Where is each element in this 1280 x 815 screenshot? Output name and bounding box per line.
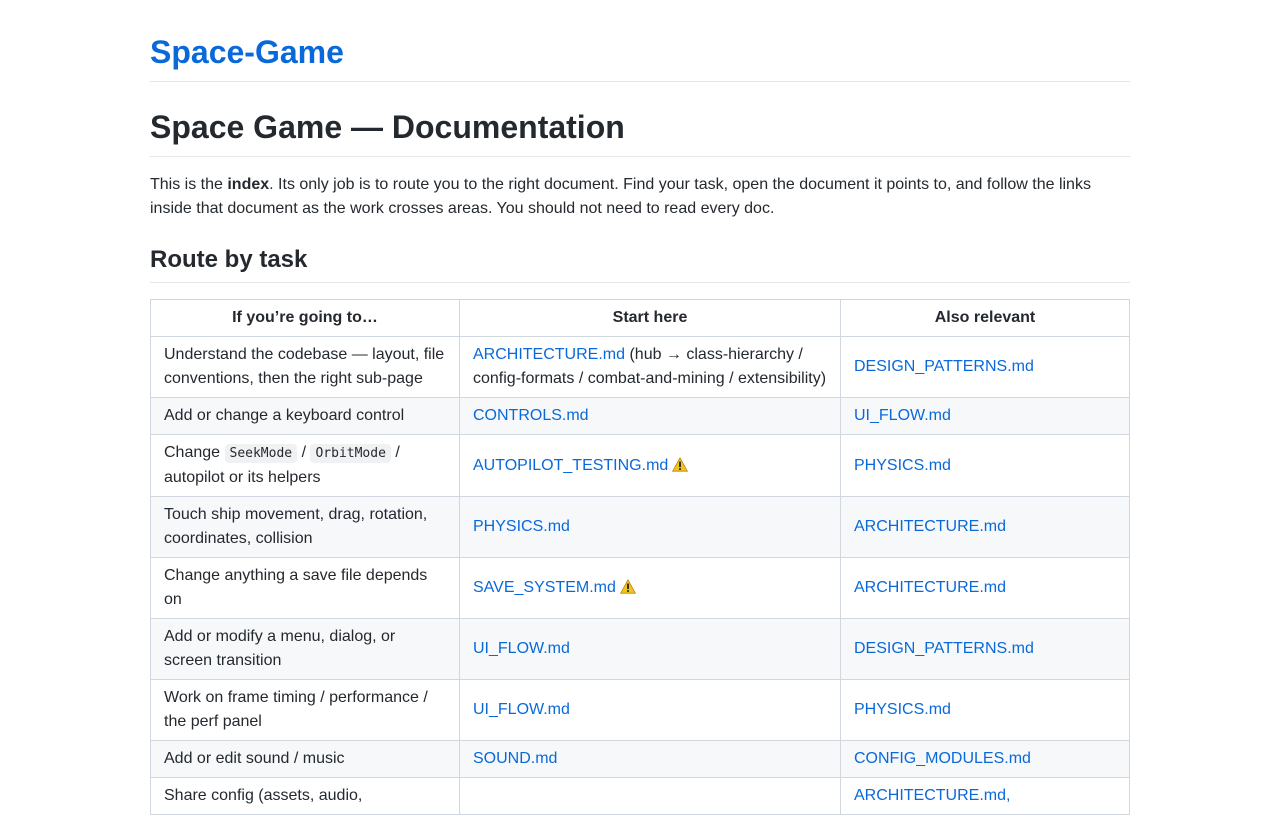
page-container: Space-Game Space Game — Documentation Th…	[150, 0, 1130, 815]
also-link[interactable]: UI_FLOW.md	[854, 407, 951, 424]
warning-icon	[619, 579, 636, 594]
table-row: Change SeekMode / OrbitMode / autopilot …	[150, 434, 1130, 497]
task-cell: Work on frame timing / performance / the…	[150, 679, 460, 741]
start-link[interactable]: CONTROLS.md	[473, 407, 589, 424]
table-row: Add or change a keyboard control CONTROL…	[150, 397, 1130, 435]
intro-text-after: . Its only job is to route you to the ri…	[150, 176, 1091, 217]
start-cell: UI_FLOW.md	[459, 679, 841, 741]
start-cell: AUTOPILOT_TESTING.md	[459, 434, 841, 497]
table-header-row: If you’re going to… Start here Also rele…	[150, 299, 1130, 337]
code-seekmode: SeekMode	[224, 444, 298, 463]
task-cell: Share config (assets, audio,	[150, 777, 460, 815]
start-link[interactable]: AUTOPILOT_TESTING.md	[473, 457, 668, 474]
also-link[interactable]: DESIGN_PATTERNS.md	[854, 358, 1034, 375]
also-link[interactable]: ARCHITECTURE.md,	[854, 787, 1010, 804]
task-cell: Change anything a save file depends on	[150, 557, 460, 619]
start-cell: CONTROLS.md	[459, 397, 841, 435]
also-cell: ARCHITECTURE.md	[840, 496, 1130, 558]
warning-icon	[672, 456, 689, 472]
also-cell: CONFIG_MODULES.md	[840, 740, 1130, 778]
intro-paragraph: This is the index. Its only job is to ro…	[150, 173, 1130, 221]
task-cell: Change SeekMode / OrbitMode / autopilot …	[150, 434, 460, 497]
start-link[interactable]: UI_FLOW.md	[473, 640, 570, 657]
start-link[interactable]: SOUND.md	[473, 750, 557, 767]
also-cell: PHYSICS.md	[840, 679, 1130, 741]
section-divider	[150, 282, 1130, 283]
start-cell	[459, 777, 841, 815]
table-row: Add or edit sound / music SOUND.md CONFI…	[150, 740, 1130, 778]
also-cell: PHYSICS.md	[840, 434, 1130, 497]
start-link[interactable]: PHYSICS.md	[473, 518, 570, 535]
task-text: Change	[164, 444, 225, 461]
header-divider	[150, 81, 1130, 82]
route-table: If you’re going to… Start here Also rele…	[150, 299, 1130, 815]
intro-bold: index	[227, 176, 270, 193]
also-link[interactable]: DESIGN_PATTERNS.md	[854, 640, 1034, 657]
task-cell: Add or modify a menu, dialog, or screen …	[150, 618, 460, 680]
task-cell: Add or edit sound / music	[150, 740, 460, 778]
task-text: /	[297, 444, 311, 461]
task-cell: Understand the codebase — layout, file c…	[150, 336, 460, 398]
also-cell: DESIGN_PATTERNS.md	[840, 618, 1130, 680]
also-cell: DESIGN_PATTERNS.md	[840, 336, 1130, 398]
page-title: Space Game — Documentation	[150, 109, 625, 145]
start-cell: SOUND.md	[459, 740, 841, 778]
start-cell: SAVE_SYSTEM.md	[459, 557, 841, 619]
header-task: If you’re going to…	[150, 299, 460, 337]
start-link[interactable]: UI_FLOW.md	[473, 701, 570, 718]
site-title-link[interactable]: Space-Game	[150, 33, 1130, 71]
also-link[interactable]: ARCHITECTURE.md	[854, 579, 1006, 596]
also-cell: ARCHITECTURE.md	[840, 557, 1130, 619]
code-orbitmode: OrbitMode	[310, 444, 391, 463]
also-link[interactable]: PHYSICS.md	[854, 457, 951, 474]
task-cell: Touch ship movement, drag, rotation, coo…	[150, 496, 460, 558]
task-cell: Add or change a keyboard control	[150, 397, 460, 435]
start-link[interactable]: ARCHITECTURE.md	[473, 346, 625, 363]
table-row: Understand the codebase — layout, file c…	[150, 336, 1130, 398]
table-row: Add or modify a menu, dialog, or screen …	[150, 618, 1130, 680]
also-link[interactable]: ARCHITECTURE.md	[854, 518, 1006, 535]
table-row: Touch ship movement, drag, rotation, coo…	[150, 496, 1130, 558]
also-cell: ARCHITECTURE.md,	[840, 777, 1130, 815]
also-link[interactable]: PHYSICS.md	[854, 701, 951, 718]
header-start: Start here	[459, 299, 841, 337]
section-heading: Route by task	[150, 246, 308, 273]
table-row: Change anything a save file depends on S…	[150, 557, 1130, 619]
start-cell: UI_FLOW.md	[459, 618, 841, 680]
start-cell: ARCHITECTURE.md (hub → class-hierarchy /…	[459, 336, 841, 398]
table-row: Share config (assets, audio, ARCHITECTUR…	[150, 777, 1130, 815]
table-row: Work on frame timing / performance / the…	[150, 679, 1130, 741]
also-link[interactable]: CONFIG_MODULES.md	[854, 750, 1031, 767]
also-cell: UI_FLOW.md	[840, 397, 1130, 435]
title-divider	[150, 156, 1130, 157]
header-also: Also relevant	[840, 299, 1130, 337]
intro-text-before: This is the	[150, 176, 228, 193]
start-cell: PHYSICS.md	[459, 496, 841, 558]
start-link[interactable]: SAVE_SYSTEM.md	[473, 579, 616, 596]
